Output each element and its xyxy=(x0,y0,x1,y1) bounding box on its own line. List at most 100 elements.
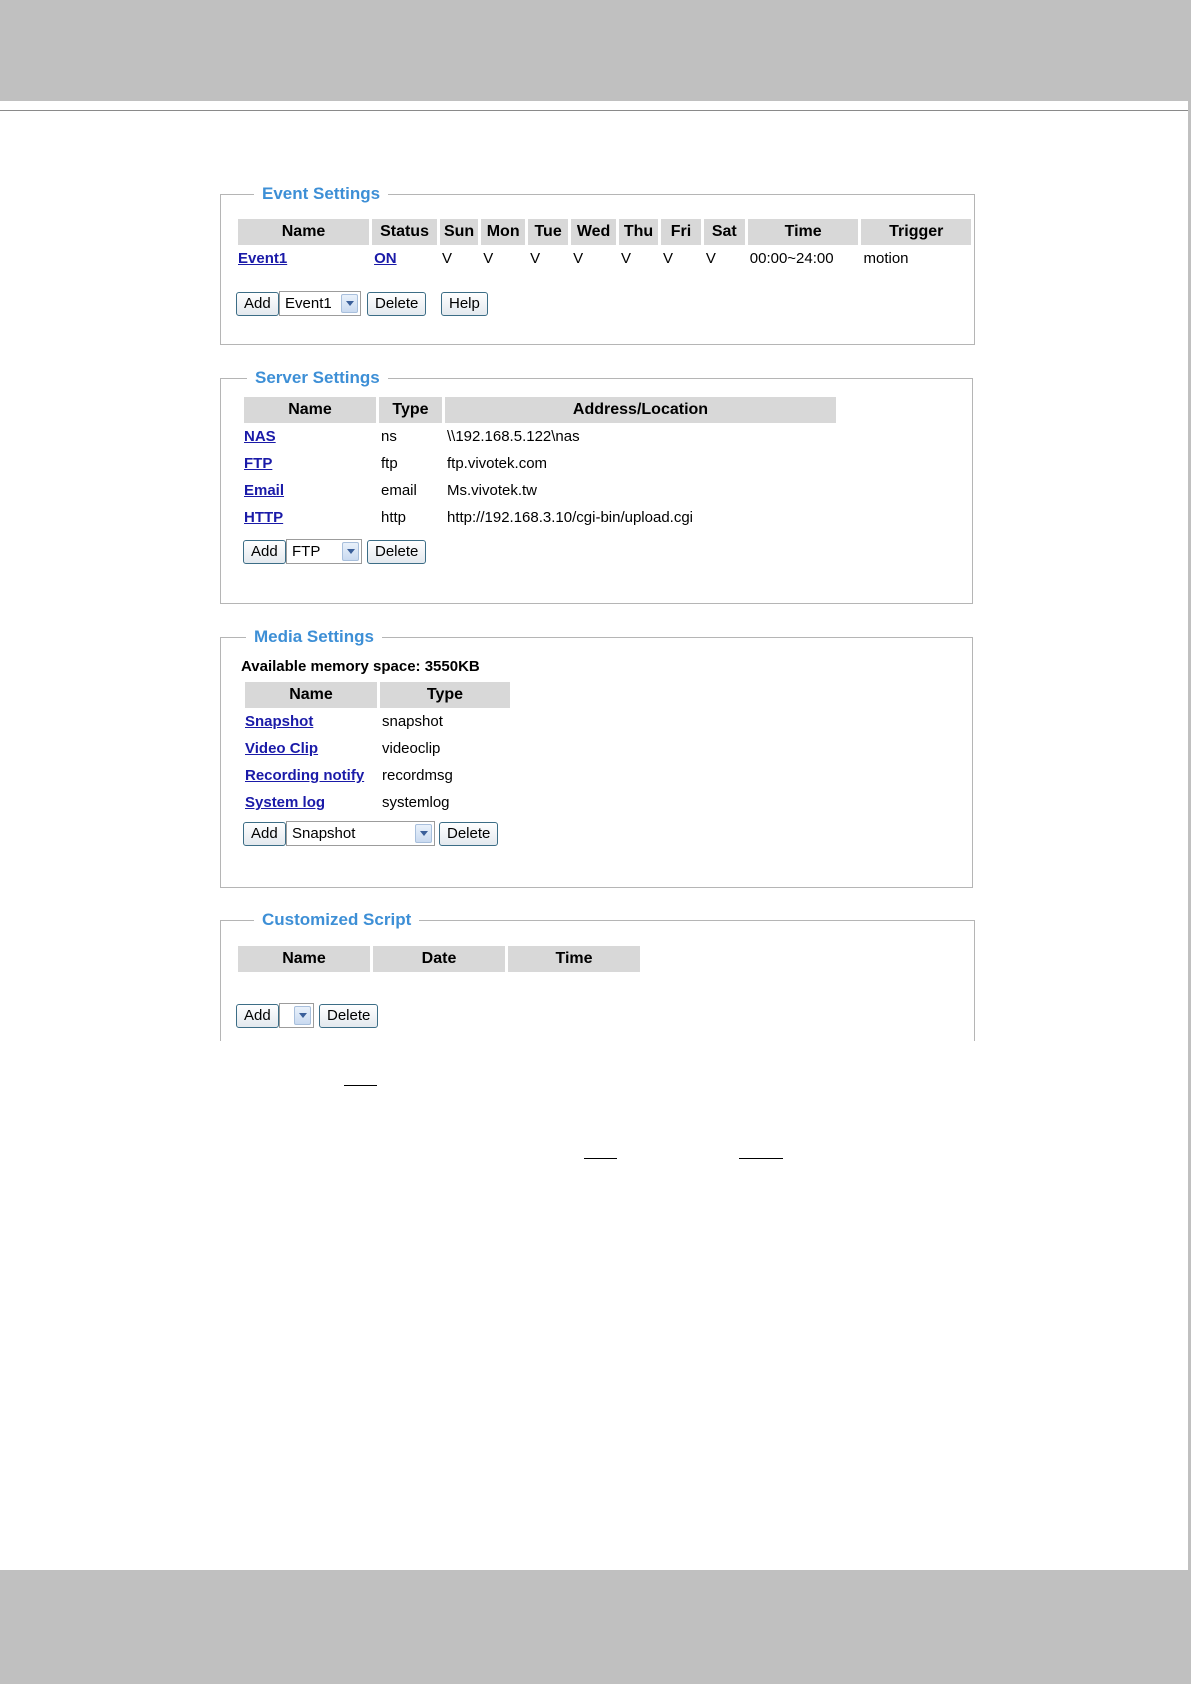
chevron-down-icon[interactable] xyxy=(294,1006,311,1025)
event-select[interactable]: Event1 xyxy=(279,291,361,316)
chevron-down-icon[interactable] xyxy=(341,294,358,313)
col-sat: Sat xyxy=(703,219,745,245)
col-thu: Thu xyxy=(619,219,658,245)
col-name: Name xyxy=(238,219,370,245)
media-settings-legend: Media Settings xyxy=(246,627,382,647)
table-row: System log systemlog xyxy=(245,789,510,816)
col-name: Name xyxy=(245,682,377,708)
event-table: Name Status Sun Mon Tue Wed Thu Fri Sat … xyxy=(235,219,974,272)
col-name: Name xyxy=(238,946,370,972)
server-table-header: Name Type Address/Location xyxy=(244,397,836,423)
table-row: Event1 ON V V V V V V V 00:00~24:00 moti… xyxy=(238,245,971,272)
media-type-value: systemlog xyxy=(382,794,450,811)
server-name-link[interactable]: HTTP xyxy=(244,509,283,526)
underline-fragment xyxy=(739,1158,783,1159)
server-select[interactable]: FTP xyxy=(286,539,362,564)
script-select[interactable] xyxy=(279,1003,314,1028)
event-status-link[interactable]: ON xyxy=(374,250,397,267)
server-delete-button[interactable]: Delete xyxy=(367,540,427,564)
server-address-value: ftp.vivotek.com xyxy=(447,455,548,472)
server-name-link[interactable]: Email xyxy=(244,482,284,499)
underline-fragment xyxy=(344,1085,377,1086)
table-row: Snapshot snapshot xyxy=(245,708,510,735)
media-delete-button[interactable]: Delete xyxy=(439,822,499,846)
server-type-value: email xyxy=(381,482,417,499)
event-table-header: Name Status Sun Mon Tue Wed Thu Fri Sat … xyxy=(238,219,971,245)
media-type-value: videoclip xyxy=(382,740,441,757)
server-add-button[interactable]: Add xyxy=(243,540,286,564)
col-status: Status xyxy=(372,219,437,245)
media-table-header: Name Type xyxy=(245,682,510,708)
col-tue: Tue xyxy=(528,219,569,245)
footer-band xyxy=(0,1570,1191,1684)
event-settings-panel: Event Settings Name Status Sun Mon Tue W… xyxy=(220,184,975,345)
col-time: Time xyxy=(508,946,640,972)
server-address-value: http://192.168.3.10/cgi-bin/upload.cgi xyxy=(447,509,694,526)
script-add-button[interactable]: Add xyxy=(236,1004,279,1028)
col-wed: Wed xyxy=(571,219,617,245)
col-address: Address/Location xyxy=(445,397,836,423)
col-date: Date xyxy=(373,946,505,972)
server-address-value: \\192.168.5.122\nas xyxy=(447,428,580,445)
event-sat-value: V xyxy=(705,250,716,267)
script-delete-button[interactable]: Delete xyxy=(319,1004,379,1028)
media-name-link[interactable]: Recording notify xyxy=(245,767,364,784)
server-name-link[interactable]: NAS xyxy=(244,428,276,445)
col-time: Time xyxy=(747,219,859,245)
event-thu-value: V xyxy=(621,250,632,267)
event-name-link[interactable]: Event1 xyxy=(238,250,287,267)
server-name-link[interactable]: FTP xyxy=(244,455,272,472)
table-row: Video Clip videoclip xyxy=(245,735,510,762)
col-trigger: Trigger xyxy=(861,219,971,245)
event-time-value: 00:00~24:00 xyxy=(749,250,834,267)
event-sun-value: V xyxy=(441,250,452,267)
media-settings-panel: Media Settings Available memory space: 3… xyxy=(220,627,973,888)
server-table: Name Type Address/Location NAS ns \\192.… xyxy=(241,397,839,531)
media-table: Name Type Snapshot snapshot Video Clip v… xyxy=(242,682,513,816)
col-fri: Fri xyxy=(661,219,701,245)
event-delete-button[interactable]: Delete xyxy=(367,292,427,316)
media-select[interactable]: Snapshot xyxy=(286,821,435,846)
server-type-value: ftp xyxy=(381,455,398,472)
col-name: Name xyxy=(244,397,376,423)
table-row: NAS ns \\192.168.5.122\nas xyxy=(244,423,836,450)
media-name-link[interactable]: Video Clip xyxy=(245,740,318,757)
server-type-value: ns xyxy=(381,428,397,445)
media-name-link[interactable]: System log xyxy=(245,794,325,811)
header-band xyxy=(0,0,1191,101)
script-table: Name Date Time xyxy=(235,946,643,972)
event-add-button[interactable]: Add xyxy=(236,292,279,316)
header-divider xyxy=(0,110,1191,111)
server-settings-legend: Server Settings xyxy=(247,368,388,388)
server-settings-panel: Server Settings Name Type Address/Locati… xyxy=(220,368,973,604)
event-mon-value: V xyxy=(483,250,494,267)
table-row: Recording notify recordmsg xyxy=(245,762,510,789)
event-trigger-value: motion xyxy=(863,250,909,267)
media-type-value: recordmsg xyxy=(382,767,453,784)
table-row: FTP ftp ftp.vivotek.com xyxy=(244,450,836,477)
media-add-button[interactable]: Add xyxy=(243,822,286,846)
available-memory-text: Available memory space: 3550KB xyxy=(241,658,480,675)
script-table-header: Name Date Time xyxy=(238,946,640,972)
event-help-button[interactable]: Help xyxy=(441,292,488,316)
col-type: Type xyxy=(379,397,442,423)
event-select-value: Event1 xyxy=(285,295,332,312)
media-name-link[interactable]: Snapshot xyxy=(245,713,313,730)
media-select-value: Snapshot xyxy=(292,825,356,842)
event-tue-value: V xyxy=(530,250,541,267)
event-settings-legend: Event Settings xyxy=(254,184,389,204)
table-row: Email email Ms.vivotek.tw xyxy=(244,477,836,504)
server-type-value: http xyxy=(381,509,407,526)
chevron-down-icon[interactable] xyxy=(342,542,359,561)
table-row: HTTP http http://192.168.3.10/cgi-bin/up… xyxy=(244,504,836,531)
chevron-down-icon[interactable] xyxy=(415,824,432,843)
underline-fragment xyxy=(584,1158,617,1159)
customized-script-panel: Customized Script Name Date Time Add Del… xyxy=(220,910,975,1041)
server-address-value: Ms.vivotek.tw xyxy=(447,482,538,499)
col-sun: Sun xyxy=(439,219,479,245)
col-mon: Mon xyxy=(481,219,526,245)
customized-script-legend: Customized Script xyxy=(254,910,420,930)
col-type: Type xyxy=(380,682,510,708)
event-fri-value: V xyxy=(663,250,674,267)
media-type-value: snapshot xyxy=(382,713,443,730)
